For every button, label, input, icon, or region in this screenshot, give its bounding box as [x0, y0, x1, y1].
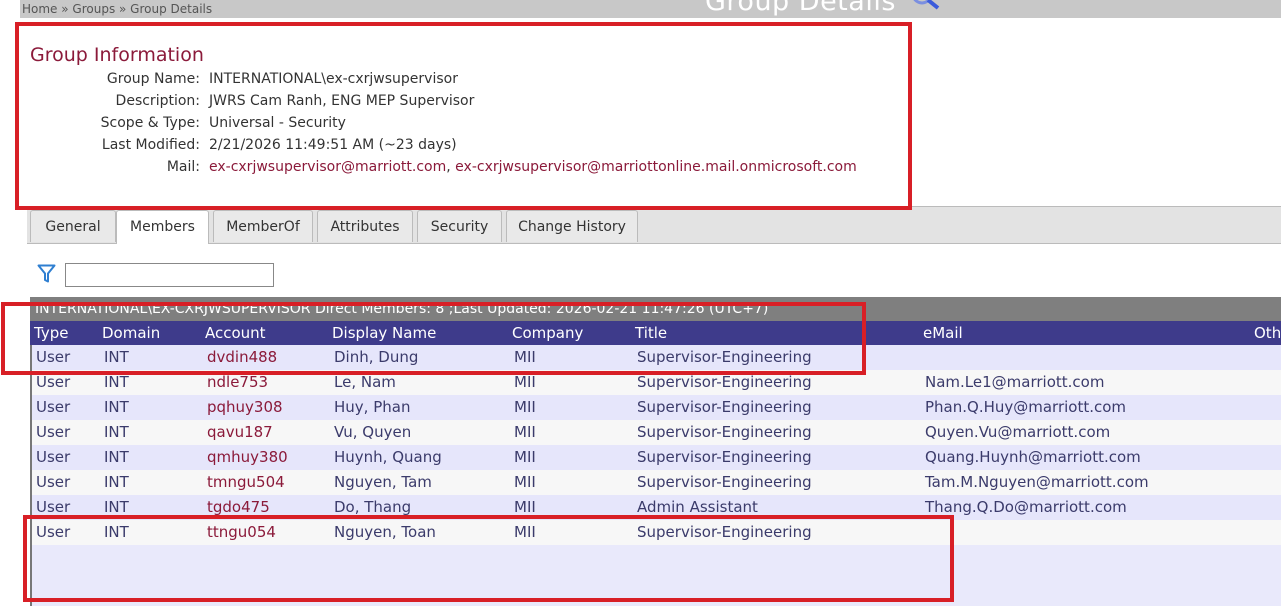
- column-header-company[interactable]: Company: [512, 321, 583, 345]
- cell-title: Supervisor-Engineering: [637, 448, 812, 466]
- table-row[interactable]: User INT pqhuy308 Huy, Phan MII Supervis…: [32, 395, 1281, 420]
- cell-type: User: [36, 498, 71, 516]
- cell-display-name: Huynh, Quang: [334, 448, 442, 466]
- description-label: Description:: [115, 93, 200, 109]
- page-title: Group Details: [705, 0, 896, 17]
- scope-type-value: Universal - Security: [209, 115, 346, 131]
- cell-display-name: Huy, Phan: [334, 398, 411, 416]
- column-header-display-name[interactable]: Display Name: [332, 321, 436, 345]
- cell-title: Supervisor-Engineering: [637, 523, 812, 541]
- cell-domain: INT: [104, 498, 129, 516]
- cell-domain: INT: [104, 523, 129, 541]
- last-modified-label: Last Modified:: [101, 137, 200, 153]
- account-link[interactable]: ndle753: [207, 370, 268, 395]
- cell-email: Quyen.Vu@marriott.com: [925, 423, 1111, 441]
- members-grid: User INT dvdin488 Dinh, Dung MII Supervi…: [30, 345, 1281, 606]
- cell-email: Nam.Le1@marriott.com: [925, 373, 1105, 391]
- tab-change-history[interactable]: Change History: [506, 210, 638, 242]
- group-name-label: Group Name:: [106, 71, 200, 87]
- account-link[interactable]: qavu187: [207, 420, 273, 445]
- cell-company: MII: [514, 423, 536, 441]
- cell-email: Quang.Huynh@marriott.com: [925, 448, 1141, 466]
- column-header-type[interactable]: Type: [34, 321, 68, 345]
- table-row[interactable]: User INT qmhuy380 Huynh, Quang MII Super…: [32, 445, 1281, 470]
- cell-company: MII: [514, 523, 536, 541]
- cell-domain: INT: [104, 398, 129, 416]
- cell-domain: INT: [104, 373, 129, 391]
- cell-company: MII: [514, 373, 536, 391]
- cell-company: MII: [514, 448, 536, 466]
- cell-type: User: [36, 523, 71, 541]
- cell-email: Tam.M.Nguyen@marriott.com: [925, 473, 1149, 491]
- cell-type: User: [36, 448, 71, 466]
- description-value: JWRS Cam Ranh, ENG MEP Supervisor: [209, 93, 475, 109]
- cell-title: Supervisor-Engineering: [637, 348, 812, 366]
- table-row[interactable]: User INT dvdin488 Dinh, Dung MII Supervi…: [32, 345, 1281, 370]
- cell-display-name: Le, Nam: [334, 373, 396, 391]
- mail-value: ex-cxrjwsupervisor@marriott.com, ex-cxrj…: [209, 159, 857, 175]
- group-name-value: INTERNATIONAL\ex-cxrjwsupervisor: [209, 71, 458, 87]
- cell-title: Supervisor-Engineering: [637, 398, 812, 416]
- search-icon: [912, 0, 946, 16]
- account-link[interactable]: pqhuy308: [207, 395, 283, 420]
- table-row[interactable]: User INT tmngu504 Nguyen, Tam MII Superv…: [32, 470, 1281, 495]
- cell-type: User: [36, 373, 71, 391]
- cell-type: User: [36, 423, 71, 441]
- mail-separator: ,: [446, 159, 456, 175]
- cell-display-name: Do, Thang: [334, 498, 412, 516]
- cell-title: Supervisor-Engineering: [637, 373, 812, 391]
- column-header-other[interactable]: Oth: [1254, 321, 1281, 345]
- cell-display-name: Nguyen, Toan: [334, 523, 436, 541]
- column-header-account[interactable]: Account: [205, 321, 266, 345]
- cell-domain: INT: [104, 473, 129, 491]
- account-link[interactable]: tgdo475: [207, 495, 270, 520]
- cell-display-name: Dinh, Dung: [334, 348, 419, 366]
- account-link[interactable]: qmhuy380: [207, 445, 288, 470]
- cell-display-name: Vu, Quyen: [334, 423, 412, 441]
- cell-domain: INT: [104, 348, 129, 366]
- tab-bar: General Members MemberOf Attributes Secu…: [27, 206, 1281, 244]
- grid-header: Type Domain Account Display Name Company…: [30, 321, 1281, 345]
- cell-title: Supervisor-Engineering: [637, 423, 812, 441]
- cell-email: Phan.Q.Huy@marriott.com: [925, 398, 1127, 416]
- account-link[interactable]: tmngu504: [207, 470, 285, 495]
- group-information-title: Group Information: [30, 44, 204, 66]
- cell-type: User: [36, 348, 71, 366]
- tab-members[interactable]: Members: [116, 210, 209, 244]
- cell-company: MII: [514, 398, 536, 416]
- cell-title: Admin Assistant: [637, 498, 758, 516]
- cell-email: Thang.Q.Do@marriott.com: [925, 498, 1127, 516]
- mail-link-primary[interactable]: ex-cxrjwsupervisor@marriott.com: [209, 159, 446, 175]
- filter-input[interactable]: [65, 263, 274, 287]
- table-row[interactable]: User INT ndle753 Le, Nam MII Supervisor-…: [32, 370, 1281, 395]
- account-link[interactable]: ttngu054: [207, 520, 276, 545]
- filter-icon[interactable]: [37, 264, 56, 288]
- cell-company: MII: [514, 348, 536, 366]
- table-row[interactable]: User INT qavu187 Vu, Quyen MII Superviso…: [32, 420, 1281, 445]
- account-link[interactable]: dvdin488: [207, 345, 277, 370]
- cell-display-name: Nguyen, Tam: [334, 473, 432, 491]
- cell-company: MII: [514, 498, 536, 516]
- column-header-email[interactable]: eMail: [923, 321, 963, 345]
- mail-label: Mail:: [166, 159, 200, 175]
- last-modified-value: 2/21/2026 11:49:51 AM (~23 days): [209, 137, 457, 153]
- breadcrumb[interactable]: Home » Groups » Group Details: [22, 2, 212, 16]
- scope-type-label: Scope & Type:: [100, 115, 200, 131]
- column-header-domain[interactable]: Domain: [102, 321, 160, 345]
- cell-domain: INT: [104, 423, 129, 441]
- cell-title: Supervisor-Engineering: [637, 473, 812, 491]
- table-row[interactable]: User INT ttngu054 Nguyen, Toan MII Super…: [32, 520, 1281, 545]
- column-header-title[interactable]: Title: [635, 321, 667, 345]
- cell-type: User: [36, 473, 71, 491]
- tab-security[interactable]: Security: [417, 210, 502, 242]
- cell-type: User: [36, 398, 71, 416]
- tab-memberof[interactable]: MemberOf: [213, 210, 313, 242]
- grid-caption: INTERNATIONAL\EX-CXRJWSUPERVISOR Direct …: [30, 297, 1281, 321]
- tab-attributes[interactable]: Attributes: [317, 210, 413, 242]
- mail-link-secondary[interactable]: ex-cxrjwsupervisor@marriottonline.mail.o…: [455, 159, 857, 175]
- cell-company: MII: [514, 473, 536, 491]
- cell-domain: INT: [104, 448, 129, 466]
- table-row[interactable]: User INT tgdo475 Do, Thang MII Admin Ass…: [32, 495, 1281, 520]
- tab-general[interactable]: General: [30, 210, 116, 242]
